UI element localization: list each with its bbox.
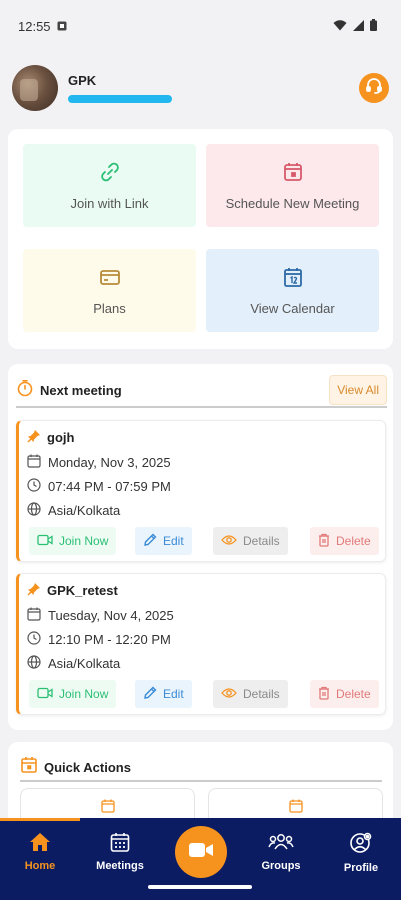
home-icon bbox=[29, 832, 51, 855]
meeting-timezone: Asia/Kolkata bbox=[48, 656, 121, 671]
video-icon bbox=[37, 534, 53, 549]
quick-tiles-card: Join with Link Schedule New Meeting Plan… bbox=[8, 129, 393, 349]
link-icon bbox=[99, 161, 121, 186]
edit-button[interactable]: Edit bbox=[135, 680, 192, 708]
calendar-date-icon bbox=[282, 266, 304, 291]
edit-button[interactable]: Edit bbox=[135, 527, 192, 555]
next-meeting-card: Next meeting View All gojh Monday, Nov 3… bbox=[8, 364, 393, 730]
tile-label: Join with Link bbox=[70, 195, 149, 211]
globe-icon bbox=[27, 655, 41, 672]
active-tab-indicator bbox=[0, 818, 80, 821]
status-bar: 12:55 bbox=[0, 0, 401, 52]
globe-icon bbox=[27, 502, 41, 519]
schedule-meeting-tile[interactable]: Schedule New Meeting bbox=[206, 144, 379, 227]
gesture-home-bar[interactable] bbox=[148, 885, 252, 889]
groups-icon bbox=[268, 832, 294, 855]
calendar-icon bbox=[27, 607, 41, 624]
quick-actions-header: Quick Actions bbox=[20, 754, 382, 782]
meeting-date: Monday, Nov 3, 2025 bbox=[48, 455, 171, 470]
meeting-timezone: Asia/Kolkata bbox=[48, 503, 121, 518]
delete-button[interactable]: Delete bbox=[310, 680, 379, 708]
calendar-icon bbox=[27, 454, 41, 471]
calendar-icon bbox=[20, 756, 38, 779]
trash-icon bbox=[318, 533, 330, 550]
pencil-icon bbox=[143, 686, 157, 703]
tile-label: Plans bbox=[93, 300, 126, 316]
calendar-grid-icon bbox=[110, 832, 130, 855]
notification-icon bbox=[57, 19, 67, 34]
calendar-icon bbox=[282, 161, 304, 186]
meeting-title: GPK_retest bbox=[47, 583, 118, 598]
support-button[interactable] bbox=[359, 73, 389, 103]
pencil-icon bbox=[143, 533, 157, 550]
next-meeting-header: Next meeting View All bbox=[16, 374, 387, 408]
meeting-title: gojh bbox=[47, 430, 75, 445]
trash-icon bbox=[318, 686, 330, 703]
meeting-time: 12:10 PM - 12:20 PM bbox=[48, 632, 171, 647]
signal-icon bbox=[353, 19, 364, 34]
delete-button[interactable]: Delete bbox=[310, 527, 379, 555]
start-meeting-button[interactable] bbox=[175, 826, 227, 878]
profile-header: GPK bbox=[12, 62, 389, 114]
details-button[interactable]: Details bbox=[213, 527, 288, 555]
timer-icon bbox=[16, 379, 34, 402]
tile-label: Schedule New Meeting bbox=[225, 195, 360, 211]
user-name: GPK bbox=[68, 73, 97, 88]
details-button[interactable]: Details bbox=[213, 680, 288, 708]
status-time: 12:55 bbox=[18, 18, 51, 34]
view-calendar-tile[interactable]: View Calendar bbox=[206, 249, 379, 332]
redaction-scribble bbox=[68, 95, 172, 103]
clock-icon bbox=[27, 631, 41, 648]
nav-groups[interactable]: Groups bbox=[251, 832, 311, 872]
tile-label: View Calendar bbox=[250, 300, 335, 316]
plans-tile[interactable]: Plans bbox=[23, 249, 196, 332]
eye-icon bbox=[221, 534, 237, 549]
pin-icon bbox=[27, 429, 41, 446]
meeting-date: Tuesday, Nov 4, 2025 bbox=[48, 608, 174, 623]
join-now-button[interactable]: Join Now bbox=[29, 680, 117, 708]
view-all-button[interactable]: View All bbox=[329, 375, 387, 405]
section-title: Next meeting bbox=[40, 382, 122, 398]
clock-icon bbox=[27, 478, 41, 495]
video-camera-icon bbox=[188, 841, 214, 864]
nav-home[interactable]: Home bbox=[10, 832, 70, 872]
eye-icon bbox=[221, 687, 237, 702]
profile-gear-icon bbox=[350, 832, 372, 857]
wifi-icon bbox=[333, 19, 347, 34]
section-title: Quick Actions bbox=[44, 759, 131, 775]
meeting-time: 07:44 PM - 07:59 PM bbox=[48, 479, 171, 494]
card-icon bbox=[99, 266, 121, 291]
nav-profile[interactable]: Profile bbox=[331, 832, 391, 874]
pin-icon bbox=[27, 582, 41, 599]
headset-icon bbox=[365, 77, 383, 100]
meeting-card[interactable]: GPK_retest Tuesday, Nov 4, 2025 12:10 PM… bbox=[16, 573, 386, 715]
join-with-link-tile[interactable]: Join with Link bbox=[23, 144, 196, 227]
meeting-card[interactable]: gojh Monday, Nov 3, 2025 07:44 PM - 07:5… bbox=[16, 420, 386, 562]
nav-meetings[interactable]: Meetings bbox=[90, 832, 150, 872]
join-now-button[interactable]: Join Now bbox=[29, 527, 117, 555]
battery-icon bbox=[370, 18, 377, 34]
avatar[interactable] bbox=[12, 65, 58, 111]
video-icon bbox=[37, 687, 53, 702]
